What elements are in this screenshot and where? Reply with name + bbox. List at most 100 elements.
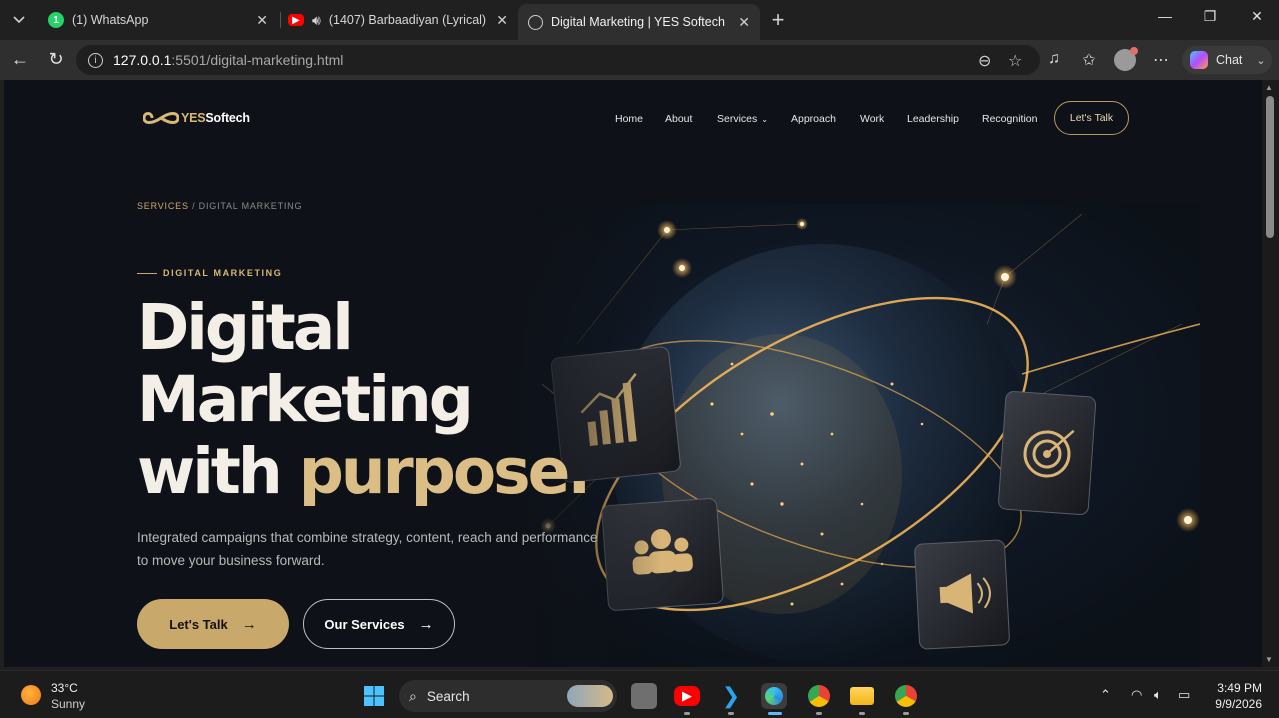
close-icon[interactable]: ✕	[738, 14, 750, 31]
active-indicator	[768, 712, 782, 715]
nav-leadership[interactable]: Leadership	[907, 113, 959, 125]
eyebrow-label: DIGITAL MARKETING	[163, 268, 283, 278]
task-view-icon[interactable]	[631, 683, 657, 709]
chat-label: Chat	[1216, 53, 1243, 67]
nav-services-label: Services	[717, 113, 758, 125]
nav-about[interactable]: About	[665, 113, 692, 125]
search-highlight-image	[567, 685, 613, 707]
running-indicator	[816, 712, 822, 715]
battery-icon[interactable]: ▭	[1178, 687, 1190, 703]
site-logo[interactable]: YESSoftech	[143, 110, 250, 126]
volume-icon[interactable]: 🔈︎	[1154, 687, 1162, 703]
tab-digital-marketing[interactable]: Digital Marketing | YES Softech ✕	[518, 4, 760, 40]
scroll-up-icon[interactable]: ▲	[1265, 83, 1273, 92]
hero-line-2: Marketing	[137, 363, 474, 436]
url-host: 127.0.0.1	[113, 52, 172, 68]
favorite-star-icon[interactable]: ☆	[1008, 51, 1022, 71]
close-window-button[interactable]: ✕	[1242, 8, 1272, 25]
windows-start-icon[interactable]	[361, 683, 387, 709]
chrome-icon[interactable]	[893, 683, 919, 709]
arrow-right-icon: →	[418, 615, 434, 633]
site-info-icon[interactable]: i	[88, 52, 103, 68]
file-explorer-icon[interactable]	[849, 683, 875, 709]
our-services-button[interactable]: Our Services →	[303, 599, 455, 649]
section-eyebrow: DIGITAL MARKETING	[137, 268, 282, 278]
address-toolbar: ← ↻ i 127.0.0.1:5501/digital-marketing.h…	[0, 40, 1279, 80]
new-tab-button[interactable]: +	[766, 8, 790, 32]
copilot-chat-button[interactable]: Chat ⌄	[1182, 46, 1272, 74]
nav-work[interactable]: Work	[860, 113, 884, 125]
page-scrollbar[interactable]: ▲ ▼	[1262, 80, 1279, 667]
media-control-icon[interactable]: ♫	[1043, 50, 1065, 68]
wifi-icon[interactable]: ◠	[1131, 687, 1142, 703]
web-page: YESSoftech Home About Services ⌄ Approach…	[4, 80, 1262, 667]
tab-actions-menu[interactable]	[6, 8, 32, 32]
nav-services[interactable]: Services ⌄	[717, 113, 768, 125]
nav-recognition[interactable]: Recognition	[982, 113, 1037, 125]
windows-taskbar: 33°C Sunny ⌕ Search ▶ ❯ ⌃ ◠ 🔈︎ ▭ 3:49 PM…	[0, 670, 1279, 718]
reload-icon[interactable]: ↻	[44, 49, 68, 70]
youtube-app-icon[interactable]: ▶	[674, 686, 700, 706]
url-path: :5501/digital-marketing.html	[171, 52, 344, 68]
our-services-label: Our Services	[324, 616, 405, 632]
logo-softech: Softech	[205, 111, 250, 125]
clock-time: 3:49 PM	[1217, 681, 1262, 695]
scroll-down-icon[interactable]: ▼	[1265, 655, 1273, 664]
edge-icon[interactable]	[761, 683, 787, 709]
profile-avatar[interactable]	[1114, 47, 1138, 71]
hero-purpose: purpose.	[298, 435, 592, 508]
page-title: Digital Marketing with purpose.	[137, 291, 592, 508]
lets-talk-button[interactable]: Let's Talk →	[137, 599, 289, 649]
back-arrow-icon[interactable]: ←	[8, 49, 32, 70]
nav-approach[interactable]: Approach	[791, 113, 836, 125]
tab-badge: 1	[53, 14, 59, 26]
chevron-down-icon	[13, 16, 25, 24]
youtube-icon: ▶	[288, 14, 304, 26]
restore-button[interactable]: ❐	[1195, 8, 1225, 25]
favorites-icon[interactable]: ✩	[1078, 50, 1100, 70]
whatsapp-icon: 1	[48, 12, 64, 28]
running-indicator	[728, 712, 734, 715]
hero-with: with	[137, 435, 283, 508]
more-options-icon[interactable]: ⋯	[1150, 50, 1172, 70]
chevron-down-icon: ⌄	[1256, 54, 1266, 67]
minimize-button[interactable]: —	[1150, 8, 1180, 24]
hero-line-1: Digital	[137, 291, 354, 364]
hero-description: Integrated campaigns that combine strate…	[137, 530, 598, 568]
nav-home[interactable]: Home	[615, 113, 643, 125]
close-icon[interactable]: ✕	[496, 12, 508, 29]
logo-yes: YES	[181, 111, 206, 125]
tab-title: (1407) Barbaadiyan (Lyrical) | S	[328, 13, 489, 27]
infinity-logo-icon	[143, 112, 179, 124]
running-indicator	[859, 712, 865, 715]
chrome-profile-icon[interactable]	[806, 683, 832, 709]
address-bar[interactable]: i 127.0.0.1:5501/digital-marketing.html …	[76, 45, 1040, 75]
globe-icon	[528, 14, 543, 30]
close-icon[interactable]: ✕	[256, 12, 268, 29]
tab-youtube[interactable]: ▶ 🔊︎ (1407) Barbaadiyan (Lyrical) | S ✕	[278, 4, 518, 36]
breadcrumb-separator: /	[188, 201, 199, 211]
scrollbar-thumb[interactable]	[1266, 96, 1274, 238]
running-indicator	[684, 712, 690, 715]
search-icon: ⌕	[409, 687, 417, 704]
system-clock[interactable]: 3:49 PM 9/9/2026	[1212, 680, 1262, 712]
sun-icon[interactable]	[21, 685, 41, 705]
weather-condition[interactable]: Sunny	[51, 697, 85, 711]
breadcrumb-current: DIGITAL MARKETING	[198, 201, 303, 211]
arrow-right-icon: →	[241, 615, 257, 633]
breadcrumb: SERVICES / DIGITAL MARKETING	[137, 201, 302, 211]
clock-date: 9/9/2026	[1215, 697, 1262, 711]
tab-title: Digital Marketing | YES Softech	[551, 15, 725, 29]
zoom-icon[interactable]: ⊖	[978, 51, 991, 71]
nav-lets-talk-button[interactable]: Let's Talk	[1054, 101, 1129, 135]
speaker-icon[interactable]: 🔊︎	[312, 12, 321, 29]
hero-line-3: with purpose.	[137, 435, 592, 508]
taskbar-search[interactable]: ⌕ Search	[399, 680, 617, 712]
vscode-icon[interactable]: ❯	[718, 683, 744, 709]
breadcrumb-services[interactable]: SERVICES	[137, 201, 189, 211]
tab-strip: 1 (1) WhatsApp ✕ ▶ 🔊︎ (1407) Barbaadiyan…	[0, 0, 1279, 40]
chevron-up-icon[interactable]: ⌃	[1100, 687, 1111, 703]
tab-whatsapp[interactable]: 1 (1) WhatsApp ✕	[38, 4, 278, 36]
weather-temperature[interactable]: 33°C	[51, 681, 78, 695]
tab-title: (1) WhatsApp	[72, 13, 149, 27]
